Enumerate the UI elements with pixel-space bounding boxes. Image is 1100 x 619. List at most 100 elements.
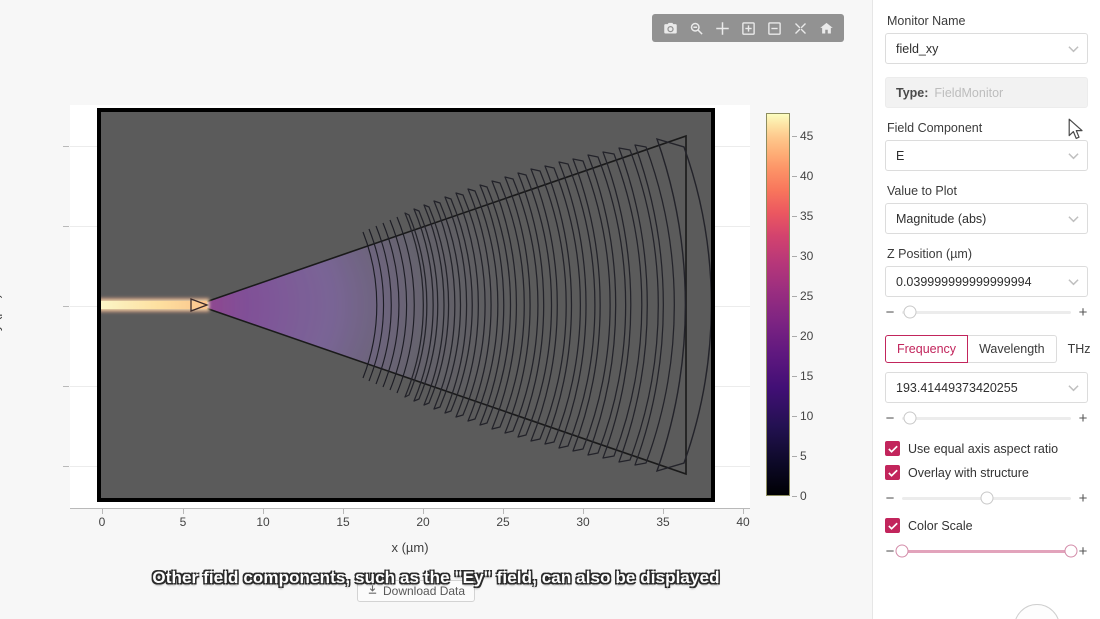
- pan-icon[interactable]: [710, 16, 734, 40]
- y-tick: [63, 146, 69, 147]
- colorbar-tick-label: 15: [800, 369, 814, 383]
- equal-aspect-row[interactable]: Use equal axis aspect ratio: [885, 441, 1088, 456]
- color-slider-handle-low[interactable]: [895, 544, 909, 558]
- overlay-slider-minus[interactable]: −: [885, 491, 895, 506]
- x-tick-label: 35: [656, 515, 670, 529]
- app-root: 0 5 10 15 20 25 30 35 40 x (µm) 10 5 0 -…: [0, 0, 1100, 619]
- colorbar-tick-label: 45: [800, 129, 814, 143]
- colorbar-tick-label: 30: [800, 249, 814, 263]
- field-component-select[interactable]: E: [885, 140, 1088, 171]
- freq-slider-track[interactable]: [902, 411, 1071, 425]
- colorbar-tick-label: 5: [800, 449, 807, 463]
- y-tick: [63, 226, 69, 227]
- overlay-slider-plus[interactable]: +: [1078, 491, 1088, 506]
- monitor-type-key: Type:: [896, 85, 929, 100]
- monitor-type-value: FieldMonitor: [934, 85, 1004, 100]
- overlay-structure-label: Overlay with structure: [908, 465, 1029, 480]
- frequency-slider[interactable]: − +: [885, 407, 1088, 429]
- z-slider-handle[interactable]: [903, 305, 917, 319]
- colorbar-gradient: [766, 113, 790, 496]
- x-tick: [663, 508, 664, 514]
- x-axis-label: x (µm): [391, 540, 429, 555]
- autoscale-icon[interactable]: [788, 16, 812, 40]
- x-tick-label: 15: [336, 515, 350, 529]
- monitor-type-field: Type: FieldMonitor: [885, 77, 1088, 108]
- field-component-label: Field Component: [887, 121, 983, 135]
- y-tick: [63, 386, 69, 387]
- colorbar-tick-label: 25: [800, 289, 814, 303]
- freq-slider-minus[interactable]: −: [885, 411, 895, 426]
- z-position-label: Z Position (µm): [887, 247, 972, 261]
- x-tick: [102, 508, 103, 514]
- x-tick-label: 20: [416, 515, 430, 529]
- z-position-select[interactable]: 0.039999999999999994: [885, 266, 1088, 297]
- color-scale-row[interactable]: Color Scale: [885, 518, 1088, 533]
- value-to-plot-label: Value to Plot: [887, 184, 957, 198]
- x-tick: [583, 508, 584, 514]
- color-slider-minus[interactable]: −: [885, 544, 895, 559]
- x-tick: [343, 508, 344, 514]
- chevron-down-icon: [1068, 381, 1079, 395]
- x-tick-label: 25: [496, 515, 510, 529]
- y-tick: [63, 466, 69, 467]
- colorbar-tick-label: 40: [800, 169, 814, 183]
- y-tick: [63, 306, 69, 307]
- zoom-out-icon[interactable]: [762, 16, 786, 40]
- chevron-down-icon: [1068, 149, 1079, 163]
- x-tick-label: 10: [256, 515, 270, 529]
- x-tick: [423, 508, 424, 514]
- chevron-down-icon: [1068, 42, 1079, 56]
- monitor-name-value: field_xy: [896, 41, 939, 56]
- overlay-slider-handle[interactable]: [980, 491, 993, 505]
- z-position-slider[interactable]: − +: [885, 301, 1088, 323]
- frequency-value: 193.41449373420255: [896, 380, 1018, 395]
- home-icon[interactable]: [814, 16, 838, 40]
- unit-label: THz: [1067, 342, 1091, 356]
- overlay-structure-checkbox[interactable]: [885, 465, 900, 480]
- color-slider-plus[interactable]: +: [1078, 544, 1088, 559]
- camera-icon[interactable]: [658, 16, 682, 40]
- field-component-value: E: [896, 148, 905, 163]
- x-tick: [743, 508, 744, 514]
- monitor-name-select[interactable]: field_xy: [885, 33, 1088, 64]
- color-slider-fill: [902, 549, 1071, 553]
- equal-aspect-checkbox[interactable]: [885, 441, 900, 456]
- x-tick-label: 30: [576, 515, 590, 529]
- x-axis-line: [70, 508, 750, 509]
- color-slider-track[interactable]: [895, 544, 1078, 558]
- frequency-select[interactable]: 193.41449373420255: [885, 372, 1088, 403]
- z-position-value: 0.039999999999999994: [896, 274, 1032, 289]
- value-to-plot-select[interactable]: Magnitude (abs): [885, 203, 1088, 234]
- colorbar-tick-label: 35: [800, 209, 814, 223]
- plot-pane: 0 5 10 15 20 25 30 35 40 x (µm) 10 5 0 -…: [0, 0, 872, 619]
- value-to-plot-value: Magnitude (abs): [896, 211, 987, 226]
- wavelength-tab[interactable]: Wavelength: [968, 335, 1057, 363]
- freq-slider-plus[interactable]: +: [1078, 411, 1088, 426]
- x-tick-label: 5: [179, 515, 187, 529]
- freq-slider-handle[interactable]: [903, 411, 917, 425]
- monitor-settings-panel: Monitor Name field_xy Type: FieldMonitor…: [872, 0, 1100, 619]
- zoom-icon[interactable]: [684, 16, 708, 40]
- color-scale-checkbox[interactable]: [885, 518, 900, 533]
- y-axis-label: y (µm): [0, 293, 3, 331]
- color-scale-range-slider[interactable]: − +: [885, 540, 1088, 562]
- overlay-structure-row[interactable]: Overlay with structure: [885, 465, 1088, 480]
- x-tick: [263, 508, 264, 514]
- zoom-in-icon[interactable]: [736, 16, 760, 40]
- frequency-tab[interactable]: Frequency: [885, 335, 969, 363]
- z-slider-track[interactable]: [902, 305, 1071, 319]
- x-tick-label: 0: [98, 515, 106, 529]
- overlay-slider-track[interactable]: [902, 491, 1071, 505]
- download-icon: [367, 584, 378, 598]
- overlay-opacity-slider[interactable]: − +: [885, 487, 1088, 509]
- download-data-button[interactable]: Download Data: [357, 580, 476, 602]
- colorbar: 0 5 10 15 20 25 30 35 40 45: [766, 113, 813, 503]
- z-slider-minus[interactable]: −: [885, 305, 895, 320]
- chevron-down-icon: [1068, 212, 1079, 226]
- color-scale-label: Color Scale: [908, 518, 973, 533]
- color-slider-handle-high[interactable]: [1064, 544, 1078, 558]
- plotly-modebar[interactable]: [652, 14, 844, 42]
- field-heatmap[interactable]: [97, 108, 715, 502]
- domain-toggle[interactable]: Frequency Wavelength THz: [885, 335, 1091, 363]
- z-slider-plus[interactable]: +: [1078, 305, 1088, 320]
